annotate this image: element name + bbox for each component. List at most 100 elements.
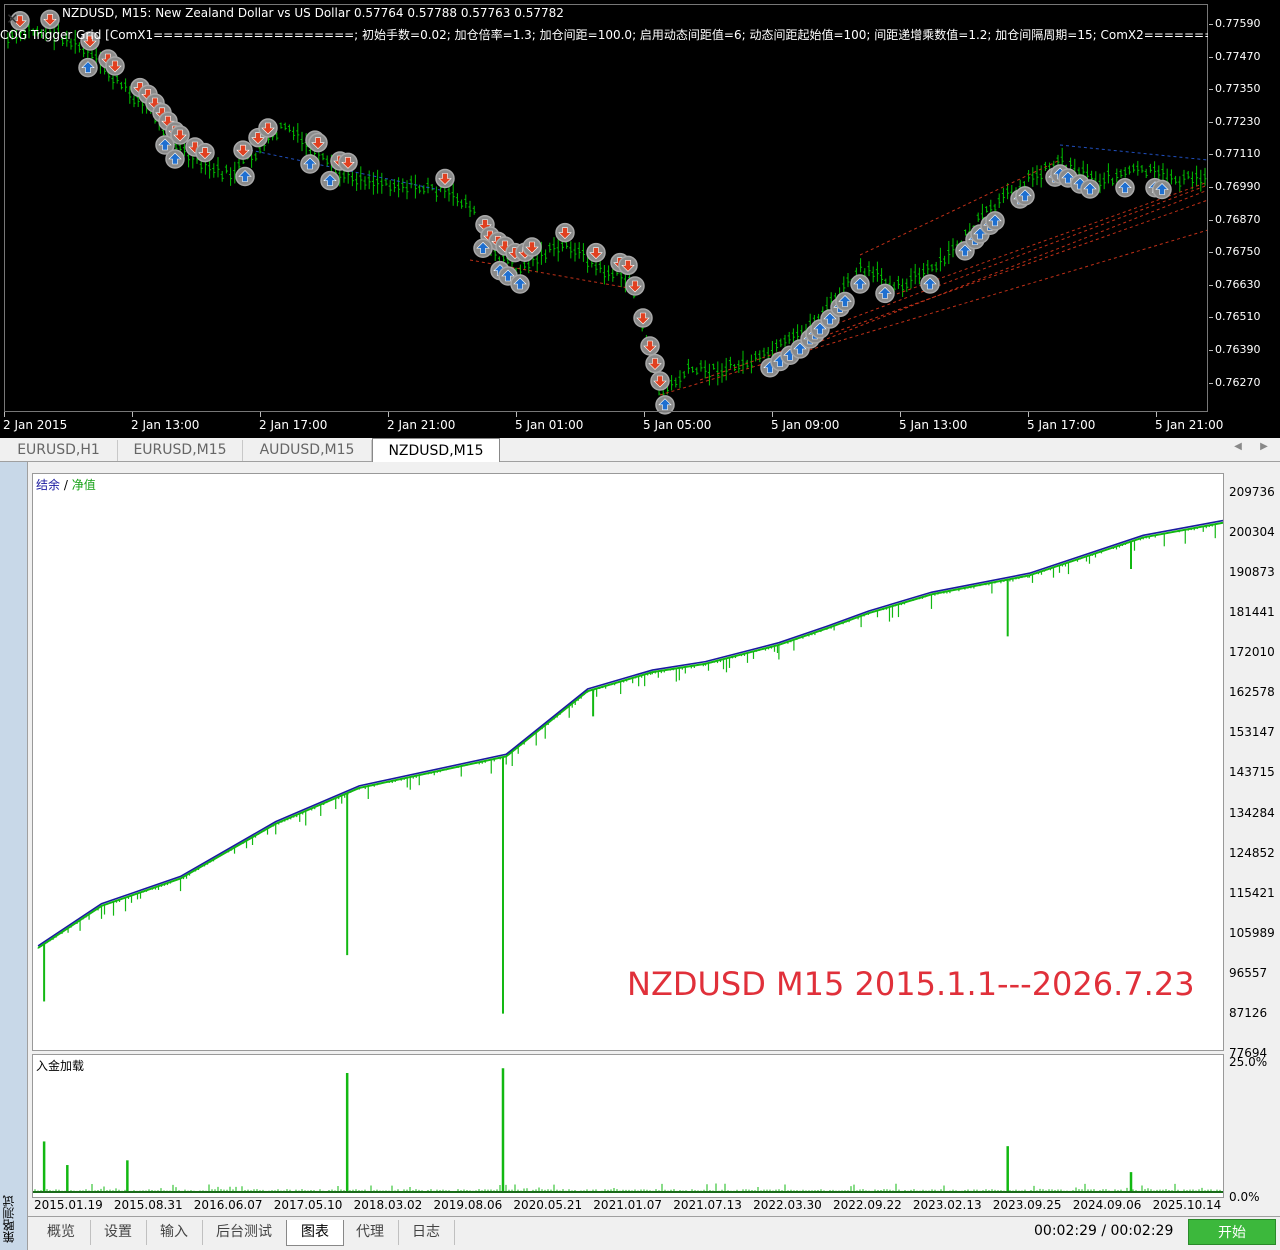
price-x-tick-label: 2 Jan 2015 — [3, 418, 68, 432]
balance-y-tick-label: 87126 — [1229, 1005, 1268, 1020]
price-y-tick — [1209, 284, 1213, 286]
date-tick-label: 2024.09.06 — [1072, 1198, 1142, 1212]
price-x-tick — [516, 412, 517, 417]
price-x-tick-label: 2 Jan 17:00 — [259, 418, 328, 432]
close-icon[interactable]: ✕ — [6, 10, 19, 28]
price-y-tick — [1209, 350, 1213, 351]
price-y-tick — [1209, 154, 1213, 156]
price-y-tick-label: 0.77470 — [1215, 49, 1261, 63]
balance-line — [37, 519, 1223, 947]
date-tick-label: 2022.03.30 — [753, 1198, 822, 1212]
price-x-tick-label: 5 Jan 21:00 — [1155, 418, 1224, 432]
price-x-tick — [772, 412, 773, 417]
chart-tab-bar: EURUSD,H1 EURUSD,M15 AUDUSD,M15 NZDUSD,M… — [0, 438, 1280, 463]
tester-vertical-title: 策略测试 — [2, 1195, 16, 1243]
price-y-tick — [1209, 187, 1213, 188]
price-x-tick-label: 5 Jan 01:00 — [515, 418, 584, 432]
date-tick-label: 2016.06.07 — [193, 1198, 263, 1212]
price-x-tick-label: 5 Jan 17:00 — [1027, 418, 1096, 432]
price-x-tick — [388, 412, 389, 417]
price-x-tick — [1156, 412, 1157, 417]
price-y-tick — [1209, 219, 1213, 221]
balance-y-tick-label: 209736 — [1229, 485, 1275, 499]
balance-y-tick-label: 134284 — [1229, 805, 1275, 820]
balance-legend: 结余 / 净值 — [36, 476, 96, 493]
price-x-tick-label: 5 Jan 13:00 — [899, 418, 968, 432]
tab-eurusd-m15[interactable]: EURUSD,M15 — [118, 440, 243, 461]
price-x-tick-label: 2 Jan 13:00 — [131, 418, 200, 432]
balance-y-tick-label: 143715 — [1229, 765, 1275, 780]
tab-backtest[interactable]: 后台测试 — [202, 1220, 287, 1245]
price-y-axis: 0.77590 0.77470 0.77350 0.77230 0.77110 0.769… — [1209, 0, 1280, 414]
price-x-tick — [4, 412, 5, 417]
date-tick-label: 2015.08.31 — [113, 1198, 183, 1212]
balance-y-tick-label: 190873 — [1229, 565, 1275, 580]
deposit-load-legend: 入金加载 — [36, 1059, 85, 1073]
date-tick-label: 2018.03.02 — [353, 1198, 423, 1212]
price-y-tick-label: 0.76990 — [1215, 180, 1261, 193]
date-tick-label: 2019.08.06 — [433, 1198, 503, 1212]
date-tick-label: 2023.02.13 — [912, 1198, 982, 1212]
price-y-tick — [1209, 56, 1213, 58]
date-tick-label: 2022.09.22 — [833, 1198, 902, 1212]
balance-y-tick-label: 200304 — [1229, 525, 1275, 540]
deposit-load-canvas — [33, 1068, 1223, 1193]
date-tick-label: 2020.05.21 — [513, 1198, 583, 1212]
date-tick-label: 2021.07.13 — [673, 1198, 742, 1212]
price-plot-frame — [4, 4, 1208, 412]
price-x-tick — [644, 412, 645, 417]
tab-overview[interactable]: 概览 — [32, 1220, 91, 1245]
legend-equity: 净值 — [71, 478, 96, 492]
price-y-tick — [1209, 121, 1213, 123]
balance-y-tick-label: 162578 — [1229, 685, 1275, 700]
indicator-parameters: COG Trigger Grid [ComX1=================… — [0, 28, 1208, 42]
price-y-tick-label: 0.76390 — [1215, 343, 1261, 356]
price-y-tick-label: 0.77110 — [1215, 147, 1261, 161]
price-y-tick-label: 0.76270 — [1215, 375, 1261, 389]
price-y-tick — [1209, 89, 1213, 91]
date-tick-label: 2023.09.25 — [992, 1198, 1062, 1212]
tab-agents[interactable]: 代理 — [342, 1220, 399, 1245]
elapsed-timer: 00:02:29 / 00:02:29 — [1034, 1223, 1174, 1239]
price-x-tick-label: 5 Jan 09:00 — [771, 418, 840, 432]
price-chart[interactable]: NZDUSD, M15: New Zealand Dollar vs US Do… — [0, 0, 1280, 438]
load-y-tick-label: 25.0% — [1229, 1055, 1268, 1069]
tab-scroll-left-icon[interactable]: ◀ — [1230, 441, 1246, 452]
price-y-tick — [1209, 317, 1213, 319]
price-y-tick — [1209, 252, 1213, 254]
balance-y-tick-label: 115421 — [1229, 885, 1275, 900]
price-y-tick-label: 0.76750 — [1215, 245, 1261, 259]
price-x-tick — [260, 412, 261, 417]
legend-separator: / — [60, 478, 72, 492]
balance-y-tick-label: 105989 — [1229, 925, 1275, 940]
tab-eurusd-h1[interactable]: EURUSD,H1 — [0, 440, 118, 461]
test-period-annotation: NZDUSD M15 2015.1.1---2026.7.23 — [627, 965, 1195, 1003]
tester-sidebar — [0, 462, 28, 1250]
price-x-tick-label: 2 Jan 21:00 — [387, 418, 456, 432]
price-y-tick-label: 0.76870 — [1215, 212, 1261, 226]
tab-inputs[interactable]: 输入 — [146, 1220, 203, 1245]
price-y-tick-label: 0.76510 — [1215, 310, 1261, 324]
tab-audusd-m15[interactable]: AUDUSD,M15 — [243, 440, 372, 461]
tab-journal[interactable]: 日志 — [398, 1220, 455, 1245]
load-y-tick-label: 0.0% — [1229, 1190, 1260, 1204]
price-y-tick-label: 0.77230 — [1215, 114, 1261, 128]
price-y-tick-label: 0.77590 — [1215, 17, 1261, 30]
price-x-tick — [900, 412, 901, 417]
date-tick-label: 2021.01.07 — [593, 1198, 663, 1212]
tab-settings[interactable]: 设置 — [90, 1220, 147, 1245]
balance-y-tick-label: 172010 — [1229, 645, 1275, 660]
price-x-tick-label: 5 Jan 05:00 — [643, 418, 712, 432]
price-y-tick-label: 0.77350 — [1215, 82, 1261, 96]
deposit-load-chart[interactable] — [32, 1054, 1224, 1198]
price-x-tick — [1028, 412, 1029, 417]
price-y-tick — [1209, 382, 1213, 384]
tab-graph[interactable]: 图表 — [286, 1220, 344, 1246]
balance-y-tick-label: 181441 — [1229, 605, 1275, 620]
price-x-tick — [132, 412, 133, 417]
tab-nzdusd-m15[interactable]: NZDUSD,M15 — [372, 438, 500, 463]
tab-scroll-right-icon[interactable]: ▶ — [1256, 441, 1272, 452]
price-y-tick-label: 0.76630 — [1215, 277, 1261, 291]
start-button[interactable]: 开始 — [1188, 1219, 1276, 1245]
date-tick-label: 2017.05.10 — [273, 1198, 343, 1212]
